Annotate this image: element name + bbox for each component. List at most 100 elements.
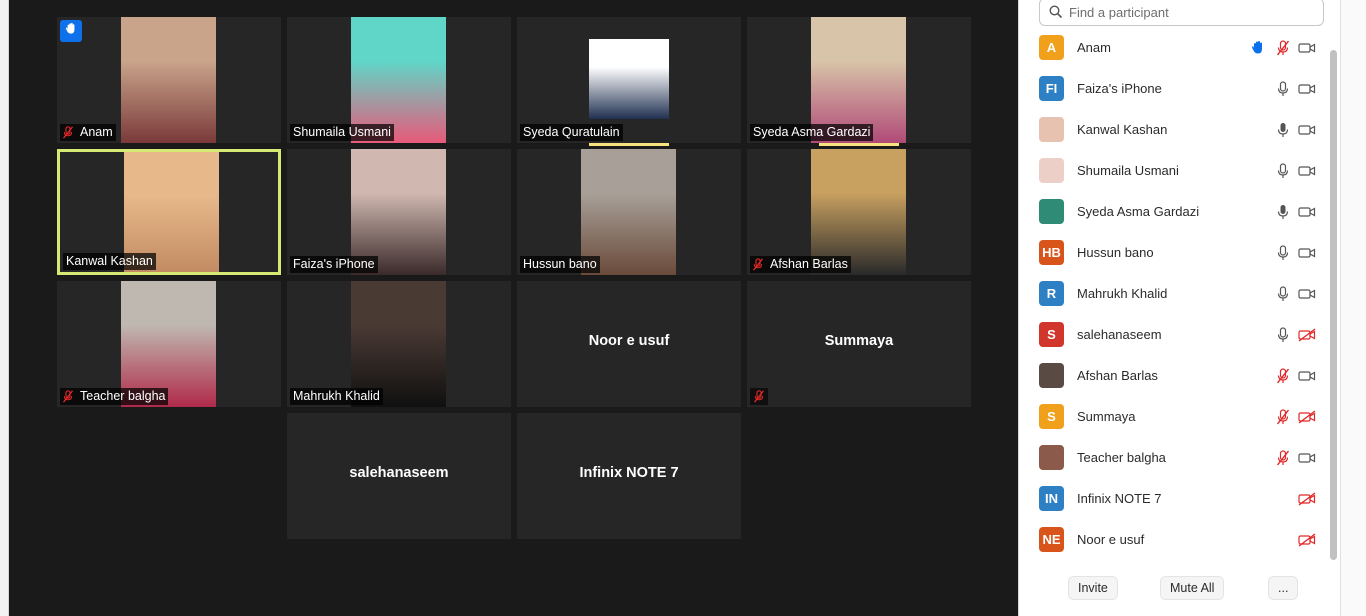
participant-row[interactable]: Kanwal Kashan bbox=[1019, 109, 1331, 150]
video-tile[interactable]: Summaya bbox=[747, 281, 971, 407]
muted-mic-icon[interactable] bbox=[1274, 39, 1292, 57]
video-icon[interactable] bbox=[1298, 367, 1316, 385]
participant-row[interactable]: Ssalehanaseem bbox=[1019, 314, 1331, 355]
tile-name-label: Hussun bano bbox=[520, 256, 600, 273]
video-tile[interactable]: Hussun bano bbox=[517, 149, 741, 275]
avatar-initials: HB bbox=[1042, 245, 1061, 260]
participant-row[interactable]: Teacher balgha bbox=[1019, 437, 1331, 478]
muted-mic-icon bbox=[63, 125, 75, 140]
participant-avatar: S bbox=[1039, 404, 1064, 429]
participant-name: Faiza's iPhone bbox=[1077, 81, 1162, 96]
tile-name-text: Teacher balgha bbox=[80, 389, 166, 403]
tile-name-label: Mahrukh Khalid bbox=[290, 388, 383, 405]
participant-row[interactable]: NE Noor e usuf bbox=[1019, 519, 1331, 560]
tile-name-text: Mahrukh Khalid bbox=[293, 389, 380, 403]
participant-row[interactable]: R Mahrukh Khalid bbox=[1019, 273, 1331, 314]
tile-name-label: Syeda Asma Gardazi bbox=[750, 124, 874, 141]
video-icon[interactable] bbox=[1298, 39, 1316, 57]
video-tile[interactable]: Syeda Quratulain bbox=[517, 17, 741, 143]
participant-search-input[interactable] bbox=[1069, 4, 1309, 20]
video-tile[interactable]: Teacher balgha bbox=[57, 281, 281, 407]
muted-mic-icon bbox=[750, 388, 768, 405]
tile-name-text: Hussun bano bbox=[523, 257, 597, 271]
participant-list-scrollbar[interactable] bbox=[1330, 50, 1337, 560]
participant-row[interactable]: Afshan Barlas bbox=[1019, 355, 1331, 396]
participant-name: Noor e usuf bbox=[1077, 532, 1145, 547]
video-tile[interactable]: Noor e usuf bbox=[517, 281, 741, 407]
muted-mic-icon bbox=[63, 389, 75, 404]
participant-row[interactable]: Syeda Asma Gardazi bbox=[1019, 191, 1331, 232]
muted-mic-icon[interactable] bbox=[1274, 408, 1292, 426]
video-off-icon[interactable] bbox=[1298, 408, 1316, 426]
mic-icon[interactable] bbox=[1274, 203, 1292, 221]
video-tile[interactable]: Anam bbox=[57, 17, 281, 143]
participant-name: Shumaila Usmani bbox=[1077, 163, 1179, 178]
video-tile[interactable]: salehanaseem bbox=[287, 413, 511, 539]
muted-mic-icon[interactable] bbox=[1274, 449, 1292, 467]
mute-all-button[interactable]: Mute All bbox=[1160, 576, 1225, 600]
right-window-edge bbox=[1340, 0, 1366, 616]
participant-row[interactable]: Shumaila Usmani bbox=[1019, 150, 1331, 191]
zoom-meeting-window: Anam Shumaila Usmani Syeda Quratulain Syeda… bbox=[0, 0, 1366, 616]
tile-name-label: Faiza's iPhone bbox=[290, 256, 378, 273]
tile-name-label: Shumaila Usmani bbox=[290, 124, 394, 141]
participant-name: Kanwal Kashan bbox=[1077, 122, 1168, 137]
raised-hand-icon bbox=[1249, 39, 1267, 57]
more-options-button[interactable]: ... bbox=[1268, 576, 1299, 600]
participant-row[interactable]: HB Hussun bano bbox=[1019, 232, 1331, 273]
tile-name-text: Anam bbox=[80, 125, 113, 139]
invite-button[interactable]: Invite bbox=[1068, 576, 1118, 600]
participant-row[interactable]: S Summaya bbox=[1019, 396, 1331, 437]
video-icon[interactable] bbox=[1298, 80, 1316, 98]
tile-name-text: Afshan Barlas bbox=[770, 257, 848, 271]
avatar-initials: A bbox=[1046, 40, 1057, 55]
tile-center-name: salehanaseem bbox=[349, 465, 449, 481]
tile-name-label: Kanwal Kashan bbox=[63, 253, 156, 270]
participant-row[interactable]: IN Infinix NOTE 7 bbox=[1019, 478, 1331, 519]
video-icon[interactable] bbox=[1298, 203, 1316, 221]
video-icon[interactable] bbox=[1298, 162, 1316, 180]
participant-search-box[interactable] bbox=[1039, 0, 1324, 26]
video-tile[interactable]: Shumaila Usmani bbox=[287, 17, 511, 143]
tile-name-label: Afshan Barlas bbox=[750, 256, 851, 273]
participant-avatar: A bbox=[1039, 35, 1064, 60]
mic-icon[interactable] bbox=[1274, 326, 1292, 344]
video-icon[interactable] bbox=[1298, 449, 1316, 467]
participant-avatar bbox=[1039, 199, 1064, 224]
tile-name-text: Kanwal Kashan bbox=[66, 254, 153, 268]
video-tile[interactable]: Kanwal Kashan bbox=[57, 149, 281, 275]
participant-name: Infinix NOTE 7 bbox=[1077, 491, 1162, 506]
participant-video-feed bbox=[121, 17, 216, 143]
participant-row[interactable]: A Anam bbox=[1019, 27, 1331, 68]
participant-avatar bbox=[1039, 445, 1064, 470]
avatar-initials: S bbox=[1047, 409, 1056, 424]
participant-row[interactable]: FI Faiza's iPhone bbox=[1019, 68, 1331, 109]
mic-icon[interactable] bbox=[1274, 244, 1292, 262]
participant-name: salehanaseem bbox=[1077, 327, 1162, 342]
tile-center-name: Summaya bbox=[824, 333, 894, 349]
video-off-icon[interactable] bbox=[1298, 490, 1316, 508]
video-tile[interactable]: Infinix NOTE 7 bbox=[517, 413, 741, 539]
mic-icon[interactable] bbox=[1274, 162, 1292, 180]
mic-icon[interactable] bbox=[1274, 80, 1292, 98]
video-tile[interactable]: Syeda Asma Gardazi bbox=[747, 17, 971, 143]
participant-name: Afshan Barlas bbox=[1077, 368, 1158, 383]
video-tile[interactable]: Mahrukh Khalid bbox=[287, 281, 511, 407]
participant-name: Summaya bbox=[1077, 409, 1136, 424]
video-icon[interactable] bbox=[1298, 285, 1316, 303]
tile-center-name: Noor e usuf bbox=[588, 333, 670, 349]
video-off-icon[interactable] bbox=[1298, 531, 1316, 549]
participant-name: Syeda Asma Gardazi bbox=[1077, 204, 1200, 219]
mic-icon[interactable] bbox=[1274, 121, 1292, 139]
muted-mic-icon[interactable] bbox=[1274, 367, 1292, 385]
tile-center-name: Infinix NOTE 7 bbox=[579, 465, 679, 481]
video-tile[interactable]: Faiza's iPhone bbox=[287, 149, 511, 275]
video-tile[interactable]: Afshan Barlas bbox=[747, 149, 971, 275]
video-icon[interactable] bbox=[1298, 244, 1316, 262]
participant-list: A Anam FI Faiza's iPhone Kanwal Kashan Shumai… bbox=[1019, 27, 1331, 560]
video-off-icon[interactable] bbox=[1298, 326, 1316, 344]
mic-icon[interactable] bbox=[1274, 285, 1292, 303]
search-icon bbox=[1049, 5, 1063, 19]
participant-avatar: FI bbox=[1039, 76, 1064, 101]
video-icon[interactable] bbox=[1298, 121, 1316, 139]
